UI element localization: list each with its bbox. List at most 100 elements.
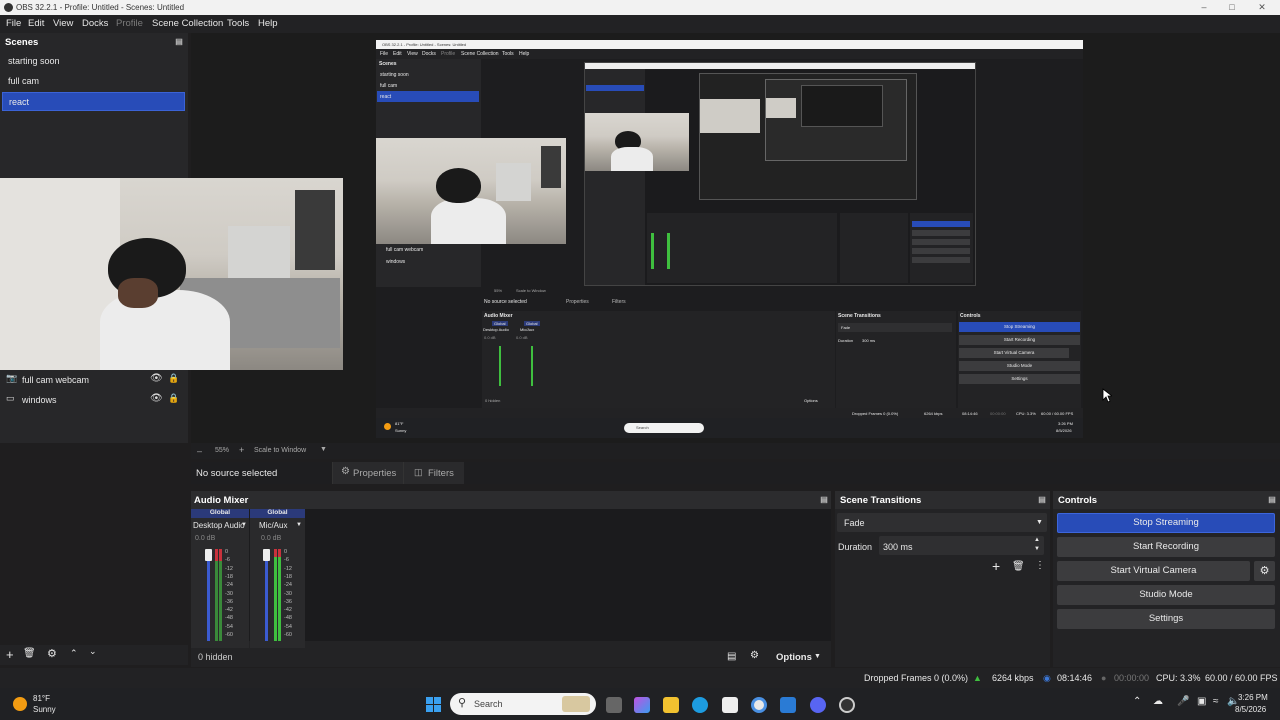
nested-transition-value: Fade: [841, 325, 851, 330]
menu-profile[interactable]: Profile: [116, 18, 143, 29]
store-icon[interactable]: [722, 697, 738, 713]
stop-streaming-button[interactable]: Stop Streaming: [1057, 513, 1275, 533]
visibility-eye-icon[interactable]: 👁: [150, 373, 164, 387]
remove-transition-trash-icon[interactable]: 🗑: [1012, 561, 1025, 572]
channel-dropdown-icon[interactable]: ▼: [241, 522, 247, 528]
nested-search-box: Search: [624, 423, 704, 433]
undock-icon[interactable]: ▤: [1265, 493, 1279, 507]
source-item-full-cam-webcam[interactable]: 📷 full cam webcam 👁 🔒: [4, 371, 182, 389]
volume-fader[interactable]: [265, 549, 268, 641]
volume-fader-knob[interactable]: [205, 549, 212, 561]
scale-mode[interactable]: Scale to Window: [254, 447, 306, 454]
filters-button[interactable]: ◫ Filters: [404, 462, 464, 484]
virtual-camera-settings-gear-icon[interactable]: ⚙: [1254, 561, 1275, 581]
channel-name[interactable]: Desktop Audio: [193, 521, 245, 530]
add-source-icon[interactable]: +: [6, 647, 14, 662]
nested-deeper-button: [912, 230, 970, 236]
scale-mode-dropdown-icon[interactable]: ▼: [320, 446, 327, 453]
undock-icon[interactable]: ▤: [172, 35, 186, 49]
properties-button[interactable]: ⚙ Properties: [332, 462, 404, 484]
photos-icon[interactable]: [780, 697, 796, 713]
studio-mode-button[interactable]: Studio Mode: [1057, 585, 1275, 605]
scene-item-react[interactable]: react: [2, 92, 185, 111]
channel-name[interactable]: Mic/Aux: [259, 521, 287, 530]
undock-icon[interactable]: ▤: [1035, 493, 1049, 507]
gear-icon: ⚙: [341, 466, 350, 477]
duration-input[interactable]: 300 ms ▲ ▼: [879, 536, 1044, 555]
advanced-audio-gear-icon[interactable]: ⚙: [750, 650, 759, 661]
transition-more-icon[interactable]: ⋮: [1035, 560, 1045, 571]
chrome-icon[interactable]: [751, 697, 767, 713]
start-virtual-camera-button[interactable]: Start Virtual Camera: [1057, 561, 1250, 581]
menu-help[interactable]: Help: [258, 18, 278, 29]
nested-no-source: No source selected: [484, 299, 527, 305]
menu-scene-collection[interactable]: Scene Collection: [152, 18, 223, 29]
taskbar-search-box[interactable]: ⚲ Search: [450, 693, 596, 715]
spin-up-icon[interactable]: ▲: [1034, 537, 1040, 543]
source-properties-gear-icon[interactable]: ⚙: [47, 647, 57, 660]
weather-temp[interactable]: 81°F: [33, 694, 50, 703]
start-recording-button[interactable]: Start Recording: [1057, 537, 1275, 557]
search-icon: ⚲: [458, 697, 467, 709]
meter-scale-label: -42: [284, 607, 292, 614]
menu-view[interactable]: View: [53, 18, 73, 29]
tray-display-icon[interactable]: ▣: [1197, 696, 1206, 707]
file-explorer-icon[interactable]: [663, 697, 679, 713]
webcam-video[interactable]: [0, 178, 343, 370]
minimize-icon[interactable]: –: [1190, 1, 1218, 14]
weather-desc[interactable]: Sunny: [33, 705, 56, 714]
nested-menu-item: View: [407, 51, 418, 57]
copilot-icon[interactable]: [634, 697, 650, 713]
menu-tools[interactable]: Tools: [227, 18, 249, 29]
nested-deeper-inner-preview: [765, 79, 907, 161]
options-dropdown-icon[interactable]: ▼: [814, 653, 821, 660]
menu-edit[interactable]: Edit: [28, 18, 44, 29]
nested-menu-item: Help: [519, 51, 530, 57]
options-button[interactable]: Options: [776, 652, 812, 663]
move-up-icon[interactable]: ⌃: [70, 648, 78, 659]
edge-browser-icon[interactable]: [692, 697, 708, 713]
volume-fader-knob[interactable]: [263, 549, 270, 561]
discord-icon[interactable]: [810, 697, 826, 713]
task-view-icon[interactable]: [606, 697, 622, 713]
zoom-in-button[interactable]: +: [239, 445, 244, 455]
scene-item-starting-soon[interactable]: starting soon: [2, 52, 185, 71]
nested-menu-item: Scene Collection: [461, 51, 499, 57]
add-transition-icon[interactable]: +: [992, 558, 1000, 574]
tray-overflow-icon[interactable]: ⌃: [1133, 696, 1141, 707]
source-item-windows[interactable]: ▭ windows 👁 🔒: [4, 391, 182, 409]
scene-transitions-title: Scene Transitions: [840, 495, 922, 506]
undock-icon[interactable]: ▤: [817, 493, 831, 507]
maximize-icon[interactable]: □: [1218, 1, 1246, 14]
weather-sun-icon[interactable]: [13, 697, 27, 711]
tray-mic-icon[interactable]: 🎤: [1177, 696, 1189, 707]
lock-icon[interactable]: 🔒: [168, 373, 182, 387]
meter-scale-label: 0: [284, 549, 288, 555]
move-down-icon[interactable]: ⌄: [89, 646, 97, 657]
remove-trash-icon[interactable]: 🗑: [23, 648, 36, 659]
menu-file[interactable]: File: [6, 18, 21, 29]
obs-taskbar-icon[interactable]: [839, 697, 855, 713]
settings-button[interactable]: Settings: [1057, 609, 1275, 629]
transition-select[interactable]: Fade ▼: [837, 513, 1047, 532]
tray-cloud-icon[interactable]: ☁: [1153, 696, 1163, 707]
volume-fader[interactable]: [207, 549, 210, 641]
windows-start-icon[interactable]: [426, 697, 441, 712]
tray-wifi-icon[interactable]: ≈: [1213, 696, 1219, 707]
window-capture-icon: ▭: [6, 393, 15, 403]
menu-docks[interactable]: Docks: [82, 18, 108, 29]
clock-time[interactable]: 3:26 PM: [1238, 693, 1268, 702]
visibility-eye-icon[interactable]: 👁: [150, 393, 164, 407]
nested-channel-badge: Global: [492, 321, 508, 326]
nested-start-recording: Start Recording: [959, 335, 1080, 345]
spin-down-icon[interactable]: ▼: [1034, 546, 1040, 552]
lock-icon[interactable]: 🔒: [168, 393, 182, 407]
channel-dropdown-icon[interactable]: ▼: [296, 522, 302, 528]
nested-channel-name: Desktop Audio: [483, 327, 509, 332]
scene-item-full-cam[interactable]: full cam: [2, 72, 185, 91]
layout-toggle-icon[interactable]: ▤: [727, 651, 736, 662]
close-icon[interactable]: ✕: [1248, 1, 1276, 14]
zoom-level[interactable]: 55%: [215, 447, 229, 454]
zoom-out-button[interactable]: –: [197, 446, 202, 456]
clock-date[interactable]: 8/5/2026: [1235, 705, 1266, 714]
